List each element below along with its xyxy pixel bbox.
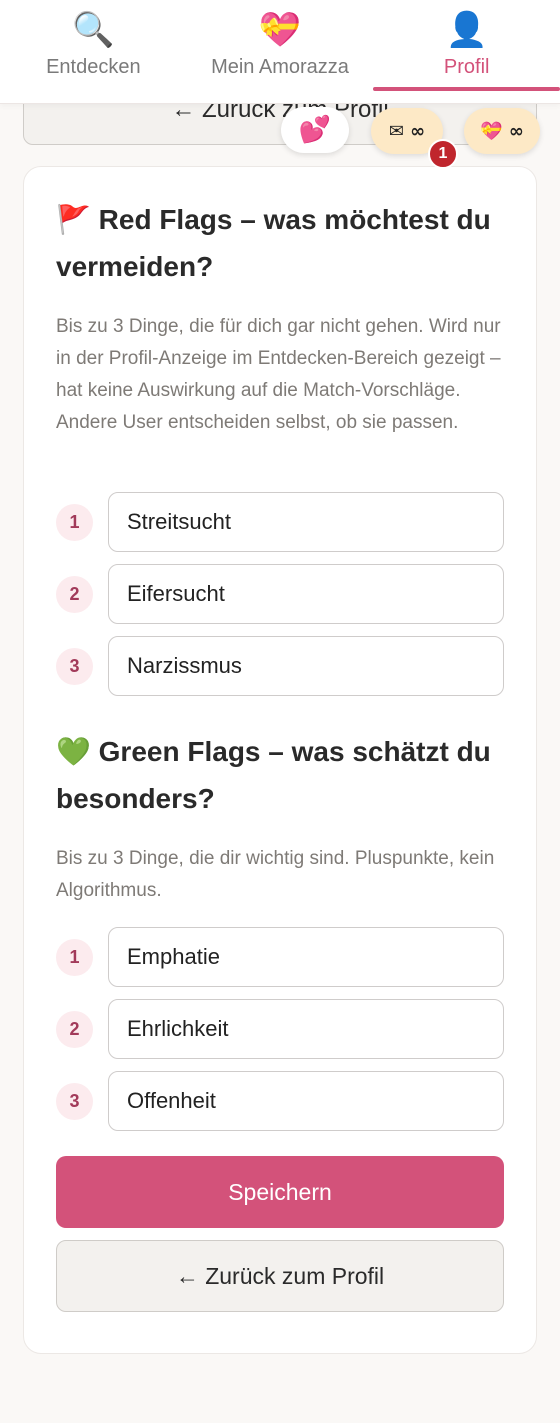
tab-profil[interactable]: 👤 Profil xyxy=(373,0,560,103)
green-flag-row-1: 1 xyxy=(56,927,504,987)
hearts-icon[interactable]: 💕 xyxy=(281,107,349,153)
green-flag-input-1[interactable] xyxy=(108,927,504,987)
tab-mein-amorazza[interactable]: 💝 Mein Amorazza xyxy=(187,0,374,103)
green-flags-title: 💚 Green Flags – was schätzt du besonders… xyxy=(56,728,506,822)
red-flag-icon: 🚩 xyxy=(56,203,91,236)
red-flag-row-1: 1 xyxy=(56,492,504,552)
save-button[interactable]: Speichern xyxy=(56,1156,504,1228)
green-flags-title-text: Green Flags – was schätzt du besonders? xyxy=(56,736,491,814)
tab-label: Profil xyxy=(443,56,490,78)
unread-count-badge: 1 xyxy=(428,139,458,169)
red-flags-title-text: Red Flags – was möchtest du vermeiden? xyxy=(56,204,491,282)
green-flags-description: Bis zu 3 Dinge, die dir wichtig sind. Pl… xyxy=(56,848,495,901)
item-number: 3 xyxy=(56,647,93,685)
red-flag-row-2: 2 xyxy=(56,564,504,624)
tab-entdecken[interactable]: 🔍 Entdecken xyxy=(0,0,187,103)
green-flag-input-2[interactable] xyxy=(108,999,504,1059)
top-navigation: 🔍 Entdecken 💝 Mein Amorazza 👤 Profil xyxy=(0,0,560,104)
item-number: 1 xyxy=(56,503,93,541)
magnifier-icon: 🔍 xyxy=(72,10,115,50)
heart-gift-icon: 💝 xyxy=(258,10,302,50)
item-number: 2 xyxy=(56,575,93,613)
red-flag-input-1[interactable] xyxy=(108,492,504,552)
item-number: 3 xyxy=(56,1082,93,1120)
red-flag-row-3: 3 xyxy=(56,636,504,696)
red-flags-description: Bis zu 3 Dinge, die für dich gar nicht g… xyxy=(56,316,501,433)
green-flag-row-2: 2 xyxy=(56,999,504,1059)
red-flag-input-2[interactable] xyxy=(108,564,504,624)
tab-label: Entdecken xyxy=(46,56,141,78)
green-flag-row-3: 3 xyxy=(56,1071,504,1131)
item-number: 1 xyxy=(56,938,93,976)
tab-label: Mein Amorazza xyxy=(211,56,349,78)
person-icon: 👤 xyxy=(445,10,488,50)
back-to-profile-button[interactable]: ← Zurück zum Profil xyxy=(56,1240,504,1312)
gifts-badge[interactable]: 💝 ∞ xyxy=(464,108,540,154)
item-number: 2 xyxy=(56,1010,93,1048)
red-flag-input-3[interactable] xyxy=(108,636,504,696)
flags-card: 🚩 Red Flags – was möchtest du vermeiden?… xyxy=(23,166,537,1354)
green-heart-icon: 💚 xyxy=(56,735,91,768)
green-flag-input-3[interactable] xyxy=(108,1071,504,1131)
red-flags-title: 🚩 Red Flags – was möchtest du vermeiden? xyxy=(56,196,506,290)
